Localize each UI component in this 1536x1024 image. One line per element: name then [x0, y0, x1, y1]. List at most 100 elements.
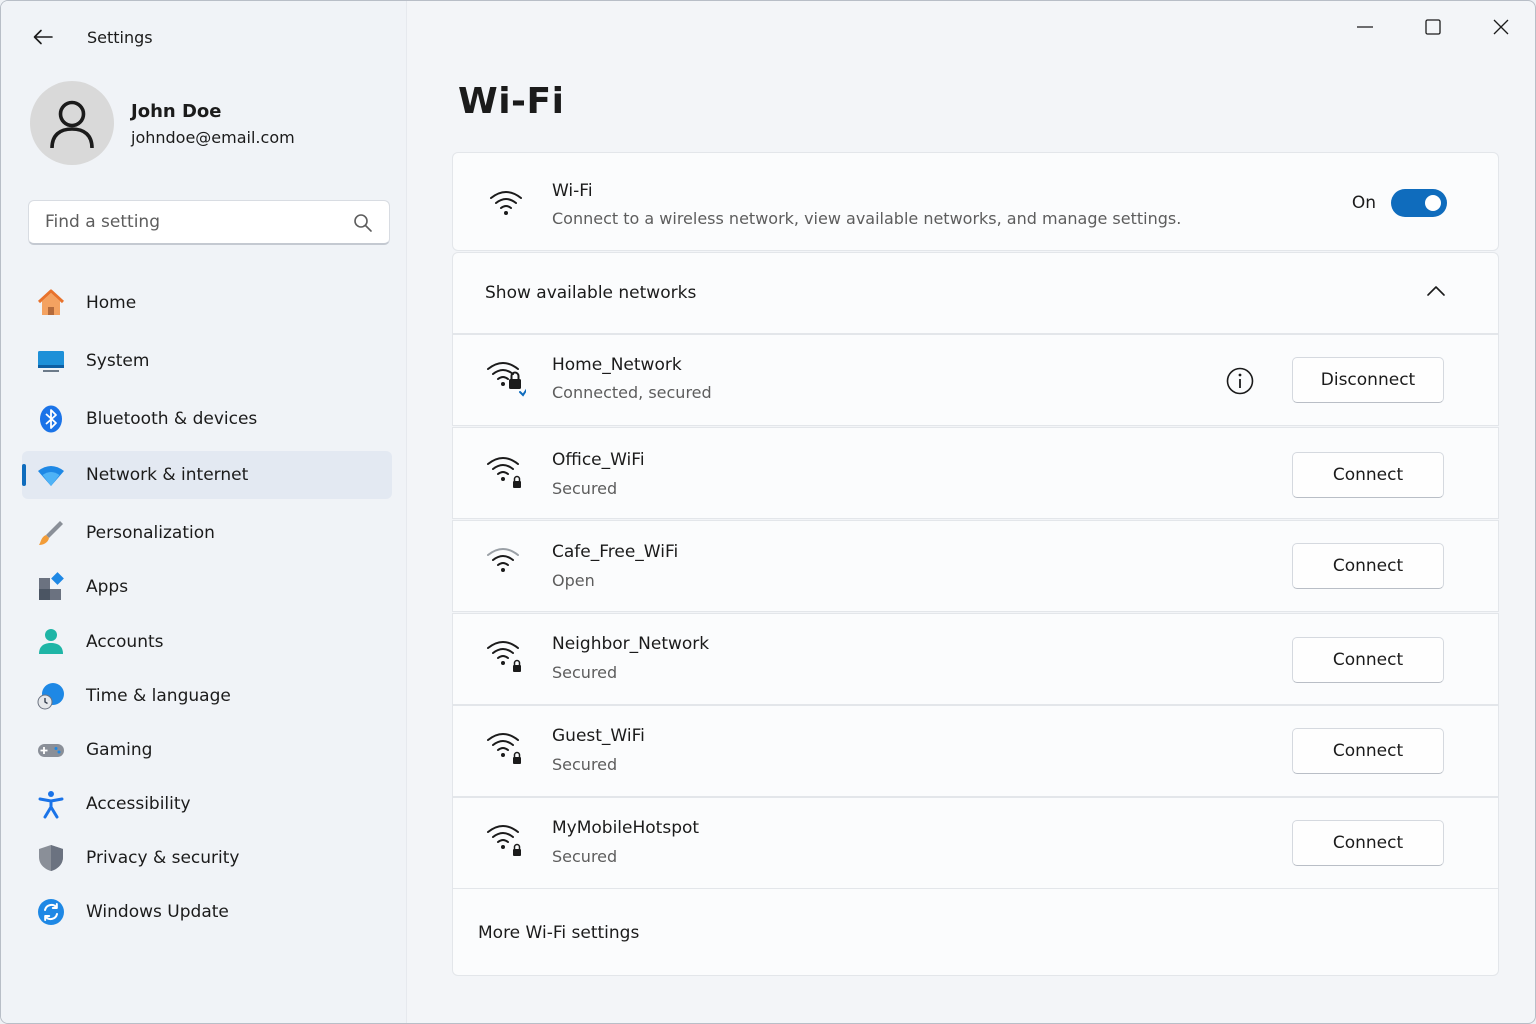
network-status: Secured — [552, 755, 618, 774]
minimize-button[interactable] — [1331, 1, 1399, 53]
wifi-secured-icon — [486, 454, 526, 494]
sidebar-item-system[interactable]: System — [22, 337, 392, 385]
sidebar-item-home[interactable]: Home — [22, 279, 392, 327]
user-profile[interactable]: John Doe johndoe@email.com — [30, 81, 295, 165]
avatar — [30, 81, 114, 165]
sidebar-item-time-language[interactable]: Time & language — [22, 672, 392, 720]
wifi-description: Connect to a wireless network, view avai… — [552, 209, 1182, 228]
sidebar-item-label: Gaming — [86, 740, 153, 760]
connect-button[interactable]: Connect — [1292, 820, 1444, 866]
sidebar-item-windows-update[interactable]: Windows Update — [22, 888, 392, 936]
wifi-secured-connected-icon — [486, 359, 526, 399]
network-row-cafe[interactable]: Cafe_Free_WiFi Open Connect — [452, 520, 1499, 612]
page-title: Wi-Fi — [458, 81, 565, 122]
close-icon — [1493, 19, 1509, 35]
system-icon — [36, 346, 66, 376]
sidebar-item-accessibility[interactable]: Accessibility — [22, 780, 392, 828]
sidebar-item-apps[interactable]: Apps — [22, 563, 392, 611]
sidebar-item-privacy-security[interactable]: Privacy & security — [22, 834, 392, 882]
settings-window: Settings John Doe johndoe@email.com Find… — [0, 0, 1536, 1024]
wifi-toggle[interactable] — [1391, 189, 1447, 217]
network-row-guest[interactable]: Guest_WiFi Secured Connect — [452, 705, 1499, 797]
search-icon[interactable] — [353, 213, 373, 233]
sidebar-item-label: Privacy & security — [86, 848, 240, 868]
sidebar-item-label: Windows Update — [86, 902, 229, 922]
gamepad-icon — [36, 735, 66, 765]
network-name: Office_WiFi — [552, 450, 645, 470]
active-indicator — [22, 464, 26, 486]
apps-icon — [36, 572, 66, 602]
shield-icon — [36, 843, 66, 873]
bluetooth-icon — [36, 404, 66, 434]
sidebar-item-label: Network & internet — [86, 465, 249, 485]
network-status: Connected, secured — [552, 383, 712, 402]
sidebar-item-network[interactable]: Network & internet — [22, 451, 392, 499]
sidebar-item-bluetooth[interactable]: Bluetooth & devices — [22, 395, 392, 443]
person-icon — [36, 627, 66, 657]
network-name: Guest_WiFi — [552, 726, 645, 746]
wifi-toggle-card: Wi-Fi Connect to a wireless network, vie… — [452, 152, 1499, 251]
sidebar-item-label: Bluetooth & devices — [86, 409, 258, 429]
home-icon — [36, 288, 66, 318]
more-wifi-settings-link[interactable]: More Wi-Fi settings — [478, 923, 639, 943]
show-available-networks[interactable]: Show available networks — [452, 252, 1499, 334]
titlebar: Settings — [31, 23, 153, 51]
wifi-title: Wi-Fi — [552, 181, 593, 201]
search-box[interactable] — [28, 200, 390, 245]
back-arrow-icon — [33, 29, 53, 45]
available-networks-label: Show available networks — [485, 283, 697, 303]
network-name: MyMobileHotspot — [552, 818, 700, 838]
sidebar-item-label: Accessibility — [86, 794, 191, 814]
network-status: Secured — [552, 847, 618, 866]
sidebar-item-label: Home — [86, 293, 137, 313]
profile-email: johndoe@email.com — [131, 128, 295, 147]
globe-clock-icon — [36, 681, 66, 711]
window-controls — [1331, 1, 1535, 53]
network-name: Cafe_Free_WiFi — [552, 542, 679, 562]
network-name: Neighbor_Network — [552, 634, 710, 654]
sidebar-item-label: System — [86, 351, 150, 371]
maximize-icon — [1425, 19, 1441, 35]
wifi-signal-icon — [486, 183, 526, 223]
sidebar-item-accounts[interactable]: Accounts — [22, 618, 392, 666]
accessibility-icon — [36, 789, 66, 819]
maximize-button[interactable] — [1399, 1, 1467, 53]
wifi-icon — [36, 460, 66, 490]
chevron-up-icon[interactable] — [1426, 281, 1446, 301]
sidebar-item-label: Apps — [86, 577, 129, 597]
back-button[interactable] — [31, 23, 55, 51]
update-icon — [36, 897, 66, 927]
connect-button[interactable]: Connect — [1292, 543, 1444, 589]
wifi-toggle-state: On — [1351, 193, 1376, 213]
wifi-open-icon — [486, 545, 526, 585]
sidebar-item-label: Personalization — [86, 523, 215, 543]
disconnect-button[interactable]: Disconnect — [1292, 357, 1444, 403]
profile-name: John Doe — [131, 101, 222, 122]
network-row-hotspot[interactable]: MyMobileHotspot Secured Connect — [452, 797, 1499, 889]
sidebar: Settings John Doe johndoe@email.com Find… — [1, 1, 407, 1023]
network-status: Secured — [552, 479, 618, 498]
sidebar-item-personalization[interactable]: Personalization — [22, 509, 392, 557]
search-input[interactable] — [45, 212, 335, 232]
network-status: Open — [552, 571, 595, 590]
wifi-secured-icon — [486, 822, 526, 862]
sidebar-item-gaming[interactable]: Gaming — [22, 726, 392, 774]
minimize-icon — [1357, 26, 1373, 28]
connect-button[interactable]: Connect — [1292, 452, 1444, 498]
app-title: Settings — [87, 27, 153, 47]
close-button[interactable] — [1467, 1, 1535, 53]
info-icon[interactable] — [1225, 366, 1255, 396]
network-row-office[interactable]: Office_WiFi Secured Connect — [452, 427, 1499, 519]
brush-icon — [36, 518, 66, 548]
network-row-neighbor[interactable]: Neighbor_Network Secured Connect — [452, 613, 1499, 705]
network-status: Secured — [552, 663, 618, 682]
network-name: Home_Network — [552, 355, 682, 375]
connect-button[interactable]: Connect — [1292, 637, 1444, 683]
sidebar-item-label: Accounts — [86, 632, 164, 652]
toggle-knob — [1425, 195, 1441, 211]
wifi-secured-icon — [486, 730, 526, 770]
more-wifi-settings-card[interactable]: More Wi-Fi settings — [452, 888, 1499, 976]
network-row-home[interactable]: Home_Network Connected, secured Disconne… — [452, 334, 1499, 426]
person-icon — [50, 100, 94, 149]
connect-button[interactable]: Connect — [1292, 728, 1444, 774]
